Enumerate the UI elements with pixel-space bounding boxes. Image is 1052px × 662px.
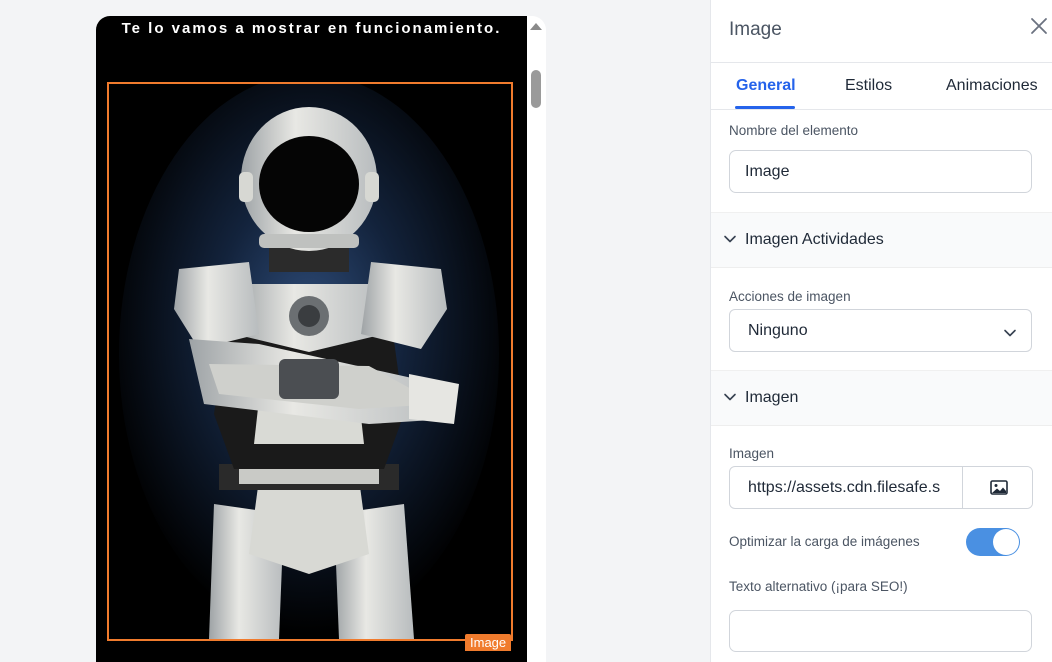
image-url-group: [729, 466, 1033, 509]
scroll-up-arrow-icon[interactable]: [530, 23, 542, 30]
alt-text-label: Texto alternativo (¡para SEO!): [729, 579, 908, 594]
alt-text-input[interactable]: [730, 611, 1031, 651]
image-actions-label: Acciones de imagen: [729, 289, 851, 304]
tab-estilos[interactable]: Estilos: [845, 77, 892, 95]
selected-element-badge: Image: [465, 634, 512, 651]
section-image[interactable]: Imagen: [711, 370, 1052, 426]
image-url-label: Imagen: [729, 446, 775, 461]
close-icon[interactable]: [1029, 16, 1049, 36]
optimize-images-toggle[interactable]: [966, 528, 1020, 556]
headline-text[interactable]: Te lo vamos a mostrar en funcionamiento.: [96, 20, 527, 37]
device-frame: Te lo vamos a mostrar en funcionamiento.: [96, 16, 546, 662]
selected-image-element[interactable]: [107, 82, 513, 641]
panel-title: Image: [729, 19, 782, 40]
image-icon: [990, 480, 1008, 495]
panel-tabs: General Estilos Animaciones: [711, 62, 1052, 110]
astronaut-image: [109, 84, 511, 639]
page-canvas: Te lo vamos a mostrar en funcionamiento.: [96, 16, 527, 662]
image-url-input[interactable]: [730, 467, 962, 508]
image-actions-value: Ninguno: [748, 322, 808, 339]
image-actions-select[interactable]: Ninguno: [729, 309, 1032, 352]
section-image-activities[interactable]: Imagen Actividades: [711, 212, 1052, 268]
tab-general[interactable]: General: [736, 77, 796, 95]
tab-animaciones[interactable]: Animaciones: [946, 77, 1038, 95]
toggle-knob: [993, 529, 1019, 555]
chevron-down-icon: [1004, 329, 1016, 337]
preview-scrollbar[interactable]: [527, 16, 546, 662]
alt-text-field-wrapper: [729, 610, 1032, 652]
scrollbar-thumb[interactable]: [531, 70, 541, 108]
optimize-images-label: Optimizar la carga de imágenes: [729, 534, 920, 549]
chevron-down-icon: [724, 235, 736, 243]
preview-area: Te lo vamos a mostrar en funcionamiento.: [0, 0, 710, 662]
section-image-activities-title: Imagen Actividades: [745, 231, 884, 248]
properties-panel: Image General Estilos Animaciones Nombre…: [710, 0, 1052, 662]
section-image-title: Imagen: [745, 389, 799, 406]
element-name-input[interactable]: [730, 151, 1031, 192]
chevron-down-icon: [724, 393, 736, 401]
element-name-label: Nombre del elemento: [729, 123, 859, 138]
active-tab-indicator: [735, 106, 795, 109]
element-name-field-wrapper: [729, 150, 1032, 193]
image-picker-button[interactable]: [962, 467, 1032, 508]
